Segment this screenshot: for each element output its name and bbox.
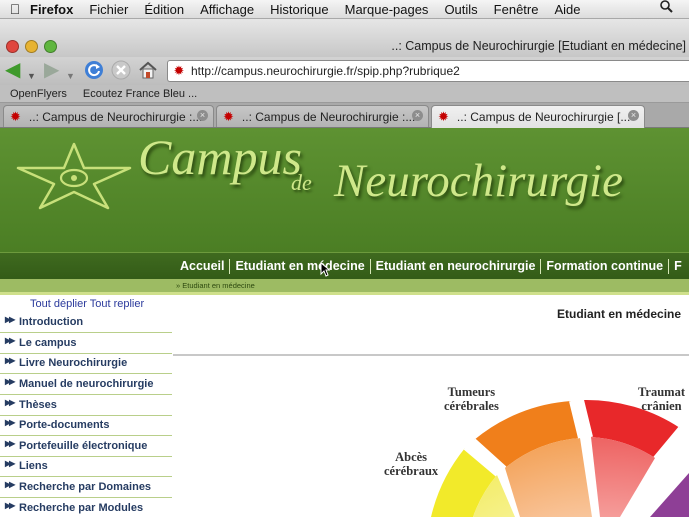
home-icon[interactable] bbox=[138, 60, 158, 84]
window-title: ..: Campus de Neurochirurgie [Etudiant e… bbox=[391, 39, 686, 53]
menu-marque-pages[interactable]: Marque-pages bbox=[345, 2, 429, 17]
menu-affichage[interactable]: Affichage bbox=[200, 2, 254, 17]
tab-2[interactable]: ✹ ..: Campus de Neurochirurgie :... × bbox=[216, 105, 429, 127]
tab-3-active[interactable]: ✹ ..: Campus de Neurochirurgie [... × bbox=[431, 105, 645, 128]
forward-arrow-icon[interactable]: ▶ bbox=[44, 60, 59, 80]
bookmarks-bar: OpenFlyers Ecoutez France Bleu ... bbox=[0, 85, 689, 103]
stop-icon[interactable] bbox=[111, 60, 131, 84]
menu-fenetre[interactable]: Fenêtre bbox=[494, 2, 539, 17]
menu-outils[interactable]: Outils bbox=[444, 2, 477, 17]
zoom-window-button[interactable] bbox=[44, 40, 57, 53]
tab-close-icon[interactable]: × bbox=[412, 110, 423, 121]
tab-favicon-icon: ✹ bbox=[10, 108, 21, 124]
wheel-label-line: Tumeurs bbox=[447, 385, 496, 399]
tab-close-icon[interactable]: × bbox=[197, 110, 208, 121]
wheel-label-abces[interactable]: Abcès cérébraux bbox=[384, 450, 438, 478]
menu-aide[interactable]: Aide bbox=[554, 2, 580, 17]
tab-favicon-icon: ✹ bbox=[223, 108, 234, 124]
back-history-chevron-icon[interactable]: ▼ bbox=[27, 66, 36, 86]
wheel-sector-purple[interactable] bbox=[650, 473, 689, 517]
wheel-label-line: cérébrales bbox=[444, 399, 499, 413]
wheel-label-tumeurs[interactable]: Tumeurs cérébrales bbox=[444, 385, 499, 413]
wheel-label-line: crânien bbox=[641, 399, 682, 413]
apple-icon[interactable]:  bbox=[0, 1, 30, 17]
menu-edition[interactable]: Édition bbox=[144, 2, 184, 17]
minimize-window-button[interactable] bbox=[25, 40, 38, 53]
window-title-bar: ..: Campus de Neurochirurgie [Etudiant e… bbox=[0, 19, 689, 58]
wheel-label-line: Abcès bbox=[395, 450, 428, 464]
wheel-label-traumatismes[interactable]: Traumat crânien bbox=[638, 385, 685, 413]
page-viewport: Campus de Neurochirurgie Accueil Etudian… bbox=[0, 128, 689, 517]
url-text: http://campus.neurochirurgie.fr/spip.php… bbox=[191, 64, 460, 78]
tab-close-icon[interactable]: × bbox=[628, 110, 639, 121]
spotlight-search-icon[interactable] bbox=[660, 0, 673, 16]
close-window-button[interactable] bbox=[6, 40, 19, 53]
tab-label: ..: Campus de Neurochirurgie :... bbox=[28, 109, 203, 124]
wheel-label-line: Traumat bbox=[638, 385, 685, 399]
tab-favicon-icon: ✹ bbox=[438, 109, 449, 124]
reload-icon[interactable] bbox=[84, 60, 104, 84]
menu-fichier[interactable]: Fichier bbox=[89, 2, 128, 17]
site-favicon-icon: ✹ bbox=[173, 63, 185, 78]
url-bar[interactable]: ✹ http://campus.neurochirurgie.fr/spip.p… bbox=[167, 60, 689, 82]
tab-1[interactable]: ✹ ..: Campus de Neurochirurgie :... × bbox=[3, 105, 214, 127]
tab-label: ..: Campus de Neurochirurgie :... bbox=[241, 109, 416, 124]
forward-history-chevron-icon[interactable]: ▼ bbox=[66, 66, 75, 86]
navigation-toolbar: ◀ ▼ ▶ ▼ ✹ http://campus.neurochirurgie.f… bbox=[0, 57, 689, 85]
menu-app-firefox[interactable]: Firefox bbox=[30, 2, 73, 17]
tab-label: ..: Campus de Neurochirurgie [... bbox=[456, 110, 631, 124]
bookmark-france-bleu[interactable]: Ecoutez France Bleu ... bbox=[83, 88, 197, 100]
bookmark-openflyers[interactable]: OpenFlyers bbox=[10, 88, 67, 100]
mac-menu-bar:  Firefox Fichier Édition Affichage Hist… bbox=[0, 0, 689, 19]
back-arrow-icon[interactable]: ◀ bbox=[5, 60, 20, 80]
wheel-label-line: cérébraux bbox=[384, 464, 439, 478]
mouse-cursor-icon bbox=[320, 262, 330, 277]
tab-strip: ✹ ..: Campus de Neurochirurgie :... × ✹ … bbox=[0, 103, 689, 128]
menu-historique[interactable]: Historique bbox=[270, 2, 329, 17]
topic-wheel bbox=[431, 399, 689, 517]
